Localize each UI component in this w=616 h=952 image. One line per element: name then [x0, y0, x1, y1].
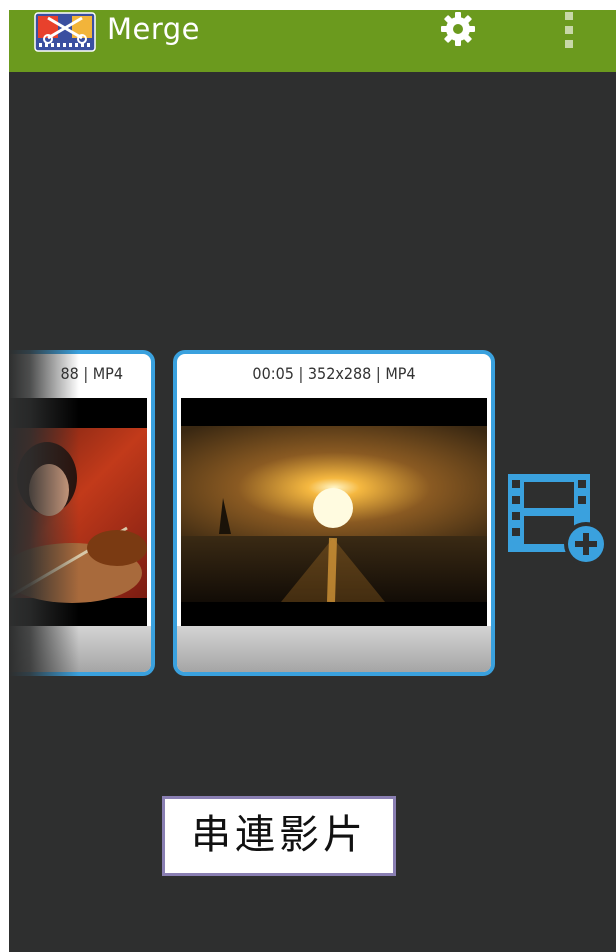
clip-card[interactable]: 00:05 | 352x288 | MP4 [173, 350, 495, 676]
sunset-sailboat-thumbnail [181, 398, 487, 626]
caption-label: 串連影片 [162, 796, 396, 876]
clip-footer [177, 626, 491, 672]
overflow-menu-icon[interactable] [557, 10, 581, 50]
gear-icon[interactable] [439, 10, 477, 48]
app-title: Merge [107, 12, 201, 46]
film-scissors-icon[interactable] [34, 12, 96, 52]
carousel-edge-fade [9, 340, 79, 690]
add-video-icon[interactable] [502, 468, 612, 568]
clip-meta: 00:05 | 352x288 | MP4 [252, 364, 416, 383]
action-bar: Merge [9, 10, 616, 72]
